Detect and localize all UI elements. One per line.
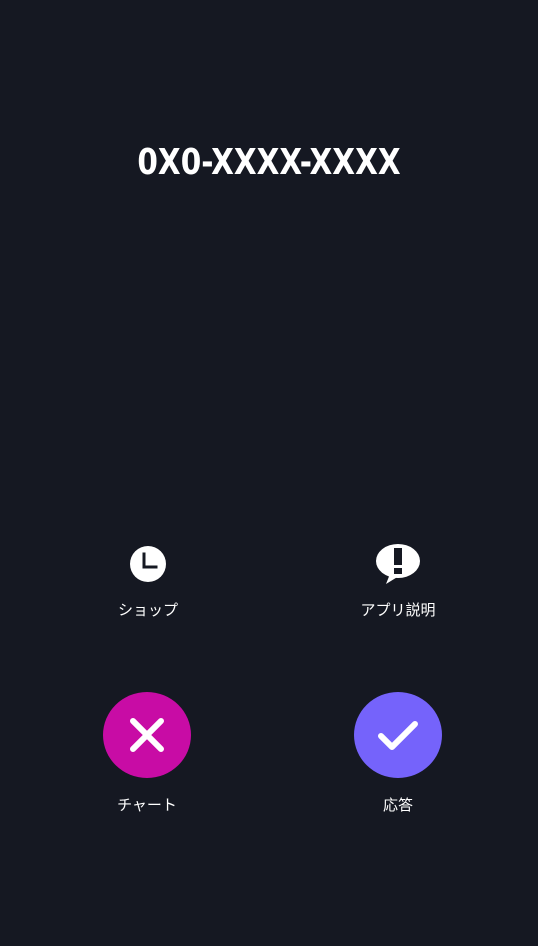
incoming-call-screen: 0X0-XXXX-XXXX ショップ アプリ説明 チャート 応答 <box>0 0 538 946</box>
close-icon <box>130 718 164 752</box>
app-description-button[interactable]: アプリ説明 <box>318 542 478 620</box>
shop-label: ショップ <box>117 601 178 619</box>
speech-bubble-exclamation-icon[interactable] <box>374 542 422 586</box>
answer-label: 応答 <box>382 796 413 814</box>
check-icon <box>378 721 418 750</box>
caller-number: 0X0-XXXX-XXXX <box>137 142 401 183</box>
shop-button[interactable]: ショップ <box>68 542 228 620</box>
answer-circle[interactable] <box>354 692 442 778</box>
chart-label: チャート <box>117 796 177 814</box>
app-description-label: アプリ説明 <box>360 601 436 619</box>
clock-icon[interactable] <box>124 542 172 586</box>
decline-circle[interactable] <box>103 692 191 778</box>
answer-button[interactable]: 応答 <box>318 692 478 815</box>
chart-button[interactable]: チャート <box>67 692 227 815</box>
